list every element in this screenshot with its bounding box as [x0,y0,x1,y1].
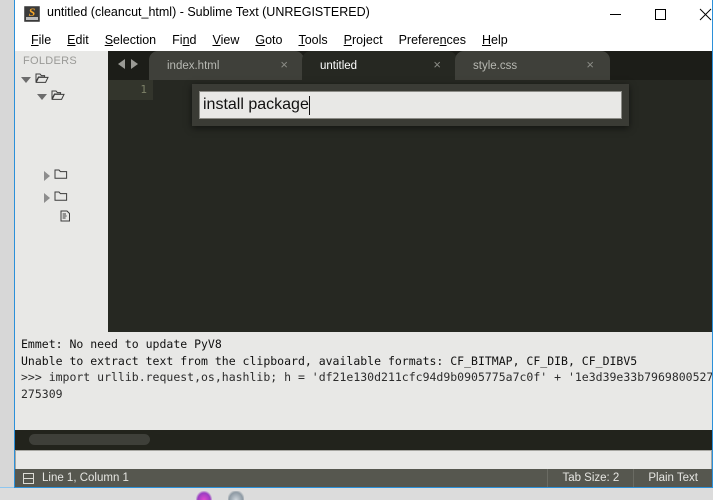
folder-icon [54,168,68,183]
tab-close-icon[interactable]: × [586,58,594,71]
horizontal-scrollbar-strip [15,430,712,451]
menu-find[interactable]: Find [164,33,204,47]
tab-index-html[interactable]: index.html × [149,51,304,80]
sidebar-item-root-folder[interactable] [21,71,53,88]
console-input[interactable] [15,450,712,470]
menu-file[interactable]: File [23,33,59,47]
sublime-text-icon [24,6,40,22]
cursor-position: Line 1, Column 1 [42,472,129,484]
sidebar-item-folder-collapsed-1[interactable] [44,167,72,184]
line-number-gutter: 1 [108,80,153,100]
tab-style-css[interactable]: style.css × [455,51,610,80]
nav-back-arrow-icon[interactable] [118,59,125,69]
screen: d 06 en d 20 en d [0,0,713,500]
sublime-text-window: untitled (cleancut_html) - Sublime Text … [14,0,713,488]
menu-goto[interactable]: Goto [247,33,290,47]
chevron-right-icon [44,171,50,181]
statusbar: Line 1, Column 1 Tab Size: 2 Plain Text [15,469,712,487]
console-line: Unable to extract text from the clipboar… [21,353,706,370]
console-line: Emmet: No need to update PyV8 [21,336,706,353]
sidebar-item-folder-collapsed-2[interactable] [44,189,72,206]
window-controls [593,0,713,28]
menu-preferences[interactable]: Preferences [391,33,474,47]
menu-selection[interactable]: Selection [97,33,164,47]
command-palette-value: install package [203,96,309,114]
folder-open-icon [35,72,49,87]
menu-tools[interactable]: Tools [290,33,335,47]
console-panel[interactable]: Emmet: No need to update PyV8 Unable to … [15,332,712,430]
folder-open-icon [51,89,65,104]
taskbar[interactable] [0,487,713,500]
command-palette-input[interactable]: install package [199,91,622,119]
menu-project[interactable]: Project [336,33,391,47]
tab-close-icon[interactable]: × [280,58,288,71]
tab-nav-arrows[interactable] [118,59,138,69]
horizontal-scrollbar-track[interactable] [15,430,712,451]
folder-icon [54,190,68,205]
console-line: >>> import urllib.request,os,hashlib; h … [21,369,706,386]
menu-edit[interactable]: Edit [59,33,97,47]
tabbar: index.html × untitled × style.css × [108,51,712,80]
command-palette-overlay: install package [192,84,629,126]
console-line: 275309 [21,386,706,403]
file-icon [59,210,72,226]
nav-forward-arrow-icon[interactable] [131,59,138,69]
chevron-down-icon [37,94,47,100]
chevron-down-icon [21,77,31,83]
close-button[interactable] [683,0,713,28]
maximize-button[interactable] [638,0,683,28]
sidebar-item-subfolder-open[interactable] [37,88,69,105]
horizontal-scrollbar-thumb[interactable] [29,434,150,445]
minimize-button[interactable] [593,0,638,28]
tab-size-button[interactable]: Tab Size: 2 [547,469,633,487]
tab-label: untitled [320,60,357,72]
document-lines-icon [23,473,34,484]
text-caret [309,96,310,115]
tab-label: style.css [473,60,517,72]
statusbar-right: Tab Size: 2 Plain Text [547,469,712,487]
tab-close-icon[interactable]: × [433,58,441,71]
window-title: untitled (cleancut_html) - Sublime Text … [47,5,370,19]
menubar: File Edit Selection Find View Goto Tools… [15,29,712,52]
tab-label: index.html [167,60,219,72]
menu-help[interactable]: Help [474,33,516,47]
syntax-button[interactable]: Plain Text [633,469,712,487]
tab-untitled[interactable]: untitled × [302,51,457,80]
sidebar-item-file[interactable] [59,209,76,226]
taskbar-icon-1[interactable] [196,491,212,500]
menu-view[interactable]: View [204,33,247,47]
sidebar-header: FOLDERS [23,55,77,67]
taskbar-icon-2[interactable] [228,491,244,500]
titlebar: untitled (cleancut_html) - Sublime Text … [15,0,712,29]
chevron-right-icon [44,193,50,203]
